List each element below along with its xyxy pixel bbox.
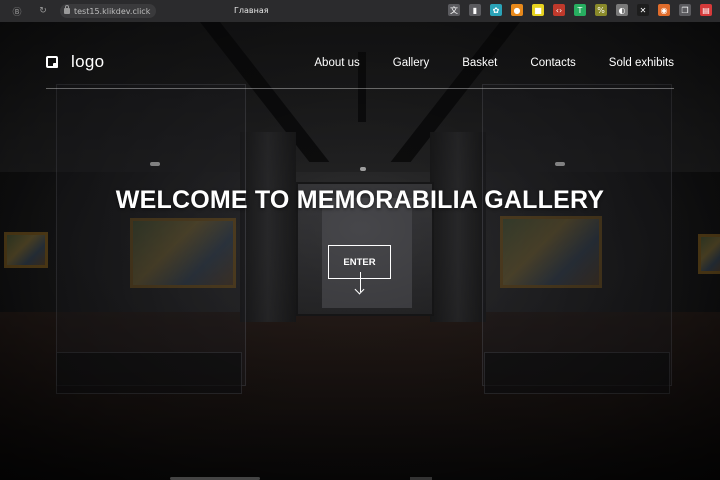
ext-green-icon[interactable]: T bbox=[574, 4, 586, 16]
close-x-icon[interactable]: ✕ bbox=[637, 4, 649, 16]
reader-icon[interactable]: Ⓑ bbox=[10, 4, 24, 18]
hero-title: WELCOME TO MEMORABILIA GALLERY bbox=[115, 186, 605, 214]
logo[interactable]: logo bbox=[46, 52, 104, 72]
logo-text: logo bbox=[71, 52, 105, 71]
menu-item-basket[interactable]: Basket bbox=[462, 57, 497, 69]
extensions-bar: 文 ▮ ✿ ● ■ ‹› T% ◐ ✕ ◉ ❐ ▤ bbox=[448, 4, 712, 16]
address-bar[interactable]: test15.klikdev.click bbox=[60, 4, 157, 18]
bookmark-icon[interactable]: ▮ bbox=[469, 4, 481, 16]
main-menu: About us Gallery Basket Contacts Sold ex… bbox=[314, 57, 674, 69]
ext-yellow-icon[interactable]: ■ bbox=[532, 4, 544, 16]
globe-icon[interactable]: ✿ bbox=[490, 4, 502, 16]
translate-icon[interactable]: 文 bbox=[448, 4, 460, 16]
menu-item-about-us[interactable]: About us bbox=[314, 57, 359, 69]
menu-item-contacts[interactable]: Contacts bbox=[530, 57, 575, 69]
menu-item-sold-exhibits[interactable]: Sold exhibits bbox=[609, 57, 674, 69]
ext-olive-icon[interactable]: % bbox=[595, 4, 607, 16]
ext-firefox-icon[interactable]: ◉ bbox=[658, 4, 670, 16]
menu-item-gallery[interactable]: Gallery bbox=[393, 57, 429, 69]
address-text: test15.klikdev.click bbox=[74, 6, 151, 16]
tab-title: Главная bbox=[234, 6, 269, 15]
copy-icon[interactable]: ❐ bbox=[679, 4, 691, 16]
ext-red-icon[interactable]: ▤ bbox=[700, 4, 712, 16]
code-icon[interactable]: ‹› bbox=[553, 4, 565, 16]
lock-icon bbox=[64, 5, 70, 14]
reload-icon[interactable]: ↻ bbox=[36, 4, 50, 18]
logo-icon bbox=[46, 56, 58, 68]
browser-toolbar: Ⓑ ↻ test15.klikdev.click Главная 文 ▮ ✿ ● ■ ‹›… bbox=[0, 0, 720, 22]
ext-grey-icon[interactable]: ◐ bbox=[616, 4, 628, 16]
ext-orange-icon[interactable]: ● bbox=[511, 4, 523, 16]
site-header: logo About us Gallery Basket Contacts So… bbox=[46, 44, 674, 89]
